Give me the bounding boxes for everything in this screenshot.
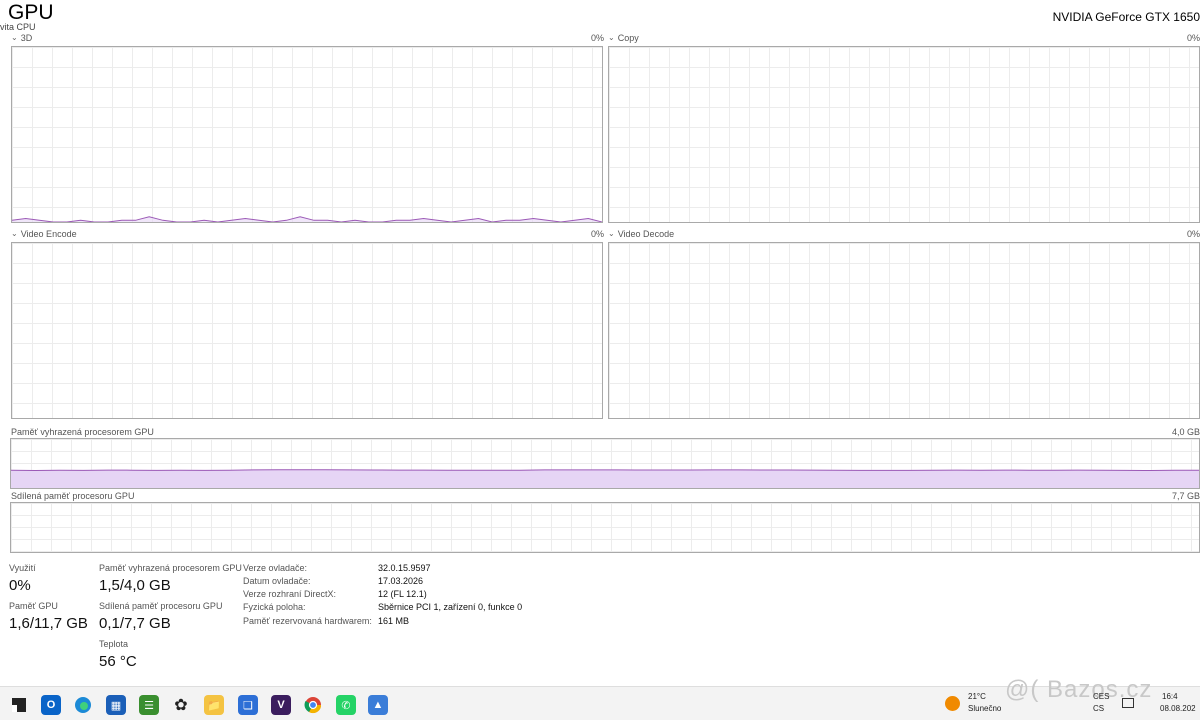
language-code[interactable]: CES [1093, 692, 1109, 701]
graph-copy [608, 46, 1200, 223]
directx-label: Verze rozhraní DirectX: [243, 589, 337, 599]
graph-copy-percent: 0% [1186, 33, 1200, 43]
graph-dedicated [10, 438, 1200, 489]
usage-label: Využití [9, 563, 36, 573]
dedicated-memory-label: Paměť vyhrazená procesorem GPU [99, 563, 242, 573]
weather-temp: 21°C [968, 692, 986, 701]
graph-dedicated-label: Paměť vyhrazená procesorem GPU [11, 427, 154, 437]
graph-shared-max: 7,7 GB [1171, 491, 1200, 501]
device-name: NVIDIA GeForce GTX 1650 [1052, 10, 1200, 24]
app-stack-icon[interactable]: ☰ [139, 695, 159, 715]
graph-dedicated-max: 4,0 GB [1171, 427, 1200, 437]
explorer-icon[interactable]: 📁 [204, 695, 224, 715]
graph-3d-percent: 0% [590, 33, 604, 43]
whatsapp-icon[interactable]: ✆ [336, 695, 356, 715]
driver-version-value: 32.0.15.9597 [378, 563, 431, 573]
weather-desc: Slunečno [968, 704, 1002, 713]
usage-value: 0% [9, 577, 31, 594]
hw-reserved-label: Paměť rezervovaná hardwarem: [243, 616, 372, 626]
shared-memory-value: 0,1/7,7 GB [99, 615, 171, 632]
hw-reserved-value: 161 MB [378, 616, 410, 626]
graph-decode-percent: 0% [1186, 229, 1200, 239]
series-1-area [11, 469, 1199, 488]
store-icon[interactable]: ▦ [106, 695, 126, 715]
driver-version-label: Verze ovladače: [243, 563, 308, 573]
chrome-icon[interactable] [303, 695, 323, 715]
monitor-icon[interactable] [1122, 698, 1134, 708]
graph-shared-label: Sdílená paměť procesoru GPU [11, 491, 135, 501]
graph-copy-label[interactable]: ⌄ Copy [608, 33, 639, 43]
dedicated-memory-value: 1,5/4,0 GB [99, 577, 171, 594]
physical-location-label: Fyzická poloha: [243, 602, 306, 612]
temperature-label: Teplota [99, 639, 129, 649]
v-app-icon[interactable]: V [271, 695, 291, 715]
graph-3d-plot [12, 47, 602, 222]
chevron-down-icon: ⌄ [11, 33, 18, 42]
physical-location-value: Sběrnice PCI 1, zařízení 0, funkce 0 [378, 602, 523, 612]
chevron-down-icon: ⌄ [608, 229, 615, 238]
chevron-down-icon: ⌄ [11, 229, 18, 238]
graph-encode [11, 242, 603, 419]
series-1-line [11, 470, 1199, 471]
graph-decode-label[interactable]: ⌄ Video Decode [608, 229, 674, 239]
snip-icon[interactable]: ❏ [238, 695, 258, 715]
outlook-icon[interactable]: O [41, 695, 61, 715]
temperature-value: 56 °C [99, 653, 137, 670]
gpu-memory-label: Paměť GPU [9, 601, 58, 611]
graph-3d-label-text: 3D [20, 33, 33, 43]
edge-icon[interactable] [73, 695, 93, 715]
graph-3d-label[interactable]: ⌄ 3D [11, 33, 32, 43]
page-subtitle: vita CPU [0, 22, 36, 32]
graph-encode-label[interactable]: ⌄ Video Encode [11, 229, 77, 239]
driver-date-value: 17.03.2026 [378, 576, 424, 586]
graph-dedicated-plot [11, 439, 1199, 488]
graph-decode-label-text: Video Decode [617, 229, 675, 239]
chevron-down-icon: ⌄ [608, 33, 615, 42]
clock-date[interactable]: 08.08.202 [1160, 704, 1196, 713]
graph-encode-percent: 0% [590, 229, 604, 239]
driver-date-label: Datum ovladače: [243, 576, 311, 586]
graph-3d [11, 46, 603, 223]
shared-memory-label: Sdílená paměť procesoru GPU [99, 601, 223, 611]
photos-icon[interactable]: ▲ [368, 695, 388, 715]
directx-value: 12 (FL 12.1) [378, 589, 427, 599]
sun-icon[interactable] [945, 696, 960, 711]
chatgpt-icon[interactable]: ✿ [171, 695, 191, 715]
taskbar: O ▦ ☰ ✿ 📁 ❏ V ✆ ▲ 21°C Slunečno @( Bazos… [0, 676, 1200, 720]
graph-shared [10, 502, 1200, 553]
gpu-memory-value: 1,6/11,7 GB [9, 615, 88, 632]
windows-start-icon[interactable] [9, 695, 29, 715]
graph-copy-label-text: Copy [617, 33, 639, 43]
clock-time[interactable]: 16:4 [1162, 692, 1178, 701]
graph-encode-label-text: Video Encode [20, 229, 77, 239]
graph-decode [608, 242, 1200, 419]
keyboard-layout[interactable]: CS [1093, 704, 1104, 713]
series-0-area [12, 216, 602, 222]
